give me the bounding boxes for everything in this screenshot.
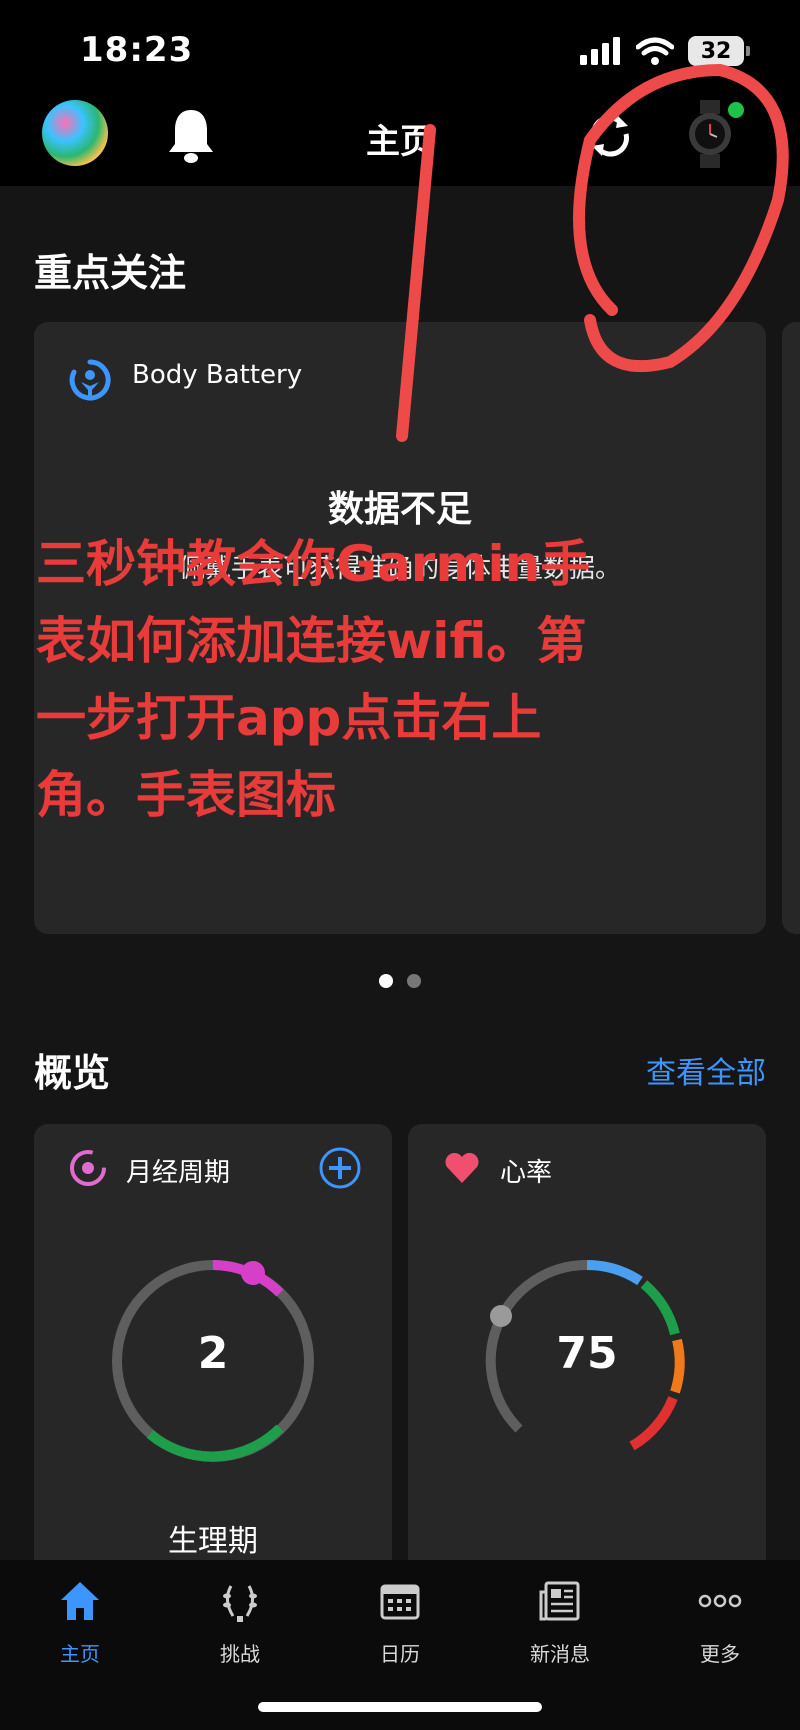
carousel-dot[interactable] (379, 974, 393, 988)
carousel-dots (0, 974, 800, 988)
main-content: 重点关注 Body Battery 数据不足 佩戴手表可获得准确的身体电量数据。… (0, 186, 800, 1584)
calendar-icon (380, 1584, 420, 1620)
nav-home-label: 主页 (60, 1642, 100, 1666)
heart-rate-value: 75 (556, 1328, 618, 1379)
cycle-label: 月经周期 (126, 1158, 231, 1188)
status-icons: 32 (580, 36, 750, 66)
nav-news-label: 新消息 (530, 1642, 590, 1666)
cycle-icon (70, 1150, 106, 1186)
heart-rate-card[interactable]: 心率 75 (408, 1124, 766, 1584)
body-battery-icon (69, 359, 111, 401)
nav-more[interactable]: 更多 (660, 1578, 780, 1667)
nav-home[interactable]: 主页 (20, 1578, 140, 1667)
signal-icon (580, 37, 620, 65)
carousel-dot[interactable] (407, 974, 421, 988)
status-time: 18:23 (80, 30, 194, 70)
next-card-peek[interactable] (782, 322, 800, 934)
nav-challenges[interactable]: 挑战 (180, 1578, 300, 1667)
heart-icon (445, 1152, 479, 1183)
home-icon (61, 1582, 99, 1620)
body-battery-label: Body Battery (132, 360, 303, 390)
view-all-link[interactable]: 查看全部 (646, 1048, 766, 1092)
wifi-icon (636, 37, 674, 65)
status-bar: 18:23 32 (0, 0, 800, 96)
no-data-description: 佩戴手表可获得准确的身体电量数据。 (178, 554, 621, 584)
watch-icon[interactable] (686, 100, 734, 168)
cycle-phase-label: 生理期 (168, 1524, 258, 1559)
battery-icon: 32 (688, 36, 750, 66)
page-title: 主页 (366, 122, 434, 162)
overview-section-title: 概览 (34, 1051, 111, 1095)
nav-calendar[interactable]: 日历 (340, 1578, 460, 1667)
nav-calendar-label: 日历 (380, 1642, 420, 1666)
cycle-day-value: 2 (197, 1328, 229, 1379)
more-icon (698, 1594, 742, 1608)
heart-rate-label: 心率 (500, 1158, 553, 1188)
nav-more-label: 更多 (700, 1642, 740, 1666)
sync-icon[interactable] (582, 108, 638, 164)
body-battery-card[interactable]: Body Battery 数据不足 佩戴手表可获得准确的身体电量数据。 (34, 322, 766, 934)
focus-section-title: 重点关注 (34, 251, 187, 295)
nav-news[interactable]: 新消息 (500, 1578, 620, 1667)
watch-connected-dot (728, 102, 744, 118)
nav-challenges-label: 挑战 (220, 1642, 260, 1666)
newspaper-icon (539, 1581, 580, 1621)
laurel-icon (223, 1585, 257, 1622)
app-header: 主页 (0, 96, 800, 186)
add-icon[interactable] (318, 1146, 362, 1190)
no-data-title: 数据不足 (327, 489, 472, 530)
home-indicator[interactable] (258, 1702, 542, 1712)
menstrual-cycle-card[interactable]: 月经周期 2 生理期 (34, 1124, 392, 1584)
